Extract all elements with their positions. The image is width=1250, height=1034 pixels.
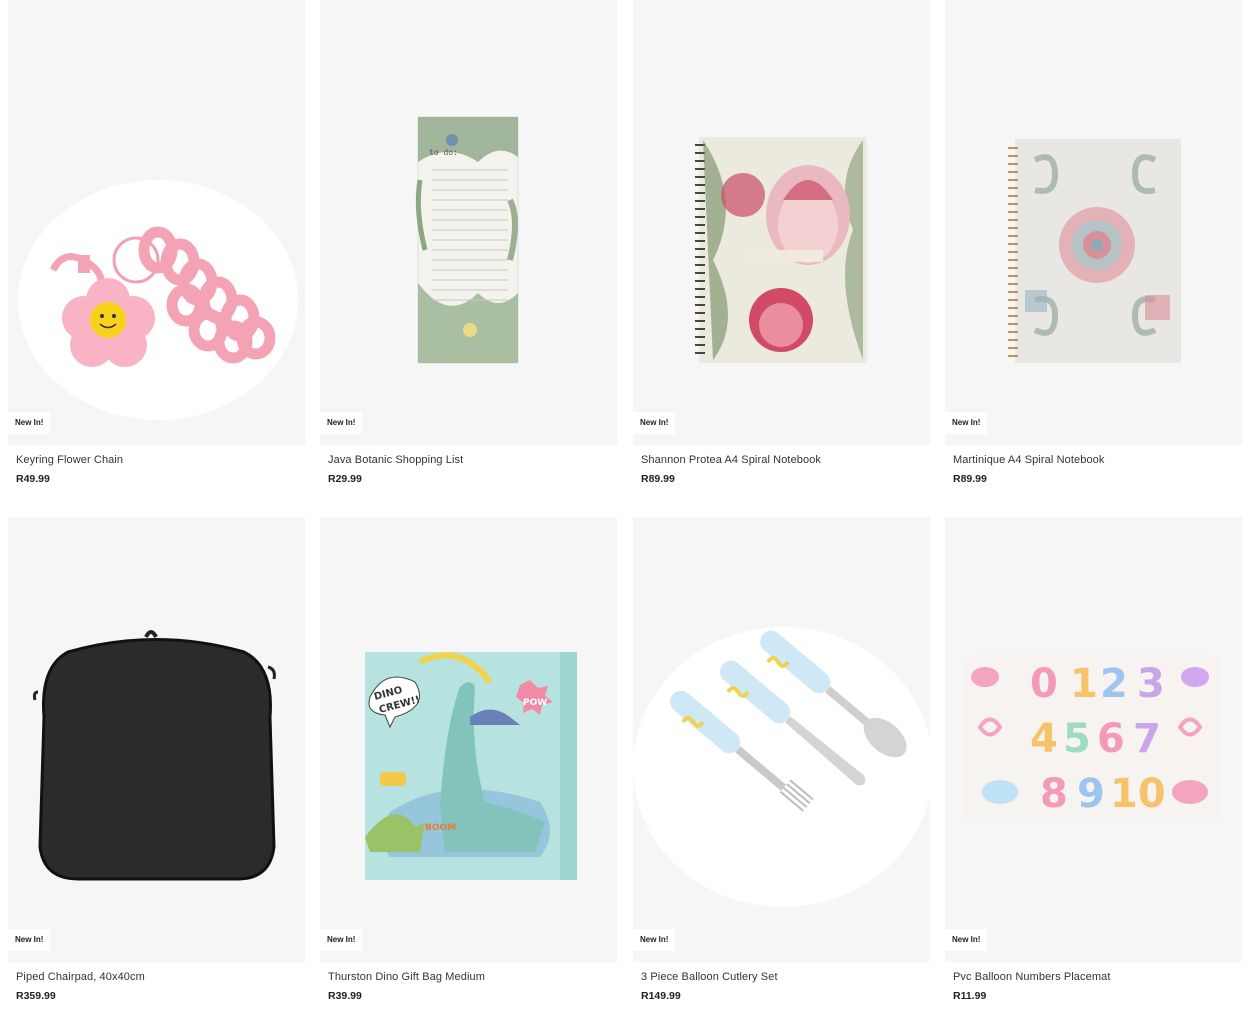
placemat-number: 6 bbox=[1097, 716, 1125, 762]
product-title[interactable]: Pvc Balloon Numbers Placemat bbox=[953, 971, 1110, 983]
java-botanic-shopping-list-image: to do: bbox=[415, 116, 519, 364]
product-image[interactable]: 0 1 2 3 4 5 6 7 8 9 10 New In! bbox=[945, 517, 1242, 962]
new-in-badge: New In! bbox=[945, 929, 988, 951]
product-title[interactable]: Martinique A4 Spiral Notebook bbox=[953, 454, 1105, 466]
new-in-badge: New In! bbox=[633, 412, 676, 434]
martinique-notebook-image bbox=[1008, 139, 1181, 363]
to-do-text: to do: bbox=[429, 148, 458, 157]
product-price: R49.99 bbox=[16, 473, 50, 485]
new-in-badge: New In! bbox=[320, 929, 363, 951]
product-image[interactable]: DINO CREW!! POW BOOM New In! bbox=[320, 517, 617, 962]
balloon-cutlery-set-image bbox=[633, 627, 930, 907]
placemat-number: 3 bbox=[1137, 661, 1165, 707]
product-image[interactable]: to do: New In! bbox=[320, 0, 617, 445]
balloon-numbers-placemat-image: 0 1 2 3 4 5 6 7 8 9 10 bbox=[965, 653, 1220, 823]
boom-text: BOOM bbox=[425, 823, 456, 833]
pow-text: POW bbox=[523, 698, 547, 708]
placemat-number: 0 bbox=[1030, 661, 1058, 707]
product-title[interactable]: Thurston Dino Gift Bag Medium bbox=[328, 971, 485, 983]
product-title[interactable]: Piped Chairpad, 40x40cm bbox=[16, 971, 145, 983]
placemat-number: 10 bbox=[1110, 771, 1166, 817]
piped-chairpad-image bbox=[32, 630, 276, 881]
placemat-number: 2 bbox=[1100, 661, 1128, 707]
product-image[interactable]: New In! bbox=[633, 517, 930, 962]
new-in-badge: New In! bbox=[945, 412, 988, 434]
new-in-badge: New In! bbox=[320, 412, 363, 434]
new-in-badge: New In! bbox=[633, 929, 676, 951]
placemat-number: 4 bbox=[1030, 716, 1058, 762]
product-price: R149.99 bbox=[641, 990, 681, 1002]
product-image[interactable]: New In! bbox=[8, 0, 305, 445]
product-price: R11.99 bbox=[953, 990, 987, 1002]
product-title[interactable]: Shannon Protea A4 Spiral Notebook bbox=[641, 454, 821, 466]
product-title[interactable]: Keyring Flower Chain bbox=[16, 454, 123, 466]
keyring-flower-chain-image bbox=[18, 180, 298, 420]
product-price: R359.99 bbox=[16, 990, 56, 1002]
thurston-dino-gift-bag-image: DINO CREW!! POW BOOM bbox=[365, 652, 577, 880]
product-title[interactable]: Java Botanic Shopping List bbox=[328, 454, 463, 466]
product-price: R89.99 bbox=[953, 473, 987, 485]
product-price: R29.99 bbox=[328, 473, 362, 485]
product-image[interactable]: New In! bbox=[8, 517, 305, 962]
product-title[interactable]: 3 Piece Balloon Cutlery Set bbox=[641, 971, 778, 983]
product-image[interactable]: New In! bbox=[945, 0, 1242, 445]
placemat-number: 8 bbox=[1040, 771, 1068, 817]
placemat-number: 5 bbox=[1063, 716, 1091, 762]
placemat-number: 1 bbox=[1070, 661, 1098, 707]
placemat-number: 7 bbox=[1133, 716, 1161, 762]
new-in-badge: New In! bbox=[8, 412, 51, 434]
new-in-badge: New In! bbox=[8, 929, 51, 951]
product-grid: New In! Keyring Flower Chain R49.99 to d… bbox=[0, 0, 1250, 1034]
shannon-protea-notebook-image bbox=[695, 137, 867, 363]
product-price: R39.99 bbox=[328, 990, 362, 1002]
product-image[interactable]: New In! bbox=[633, 0, 930, 445]
product-price: R89.99 bbox=[641, 473, 675, 485]
placemat-number: 9 bbox=[1077, 771, 1105, 817]
